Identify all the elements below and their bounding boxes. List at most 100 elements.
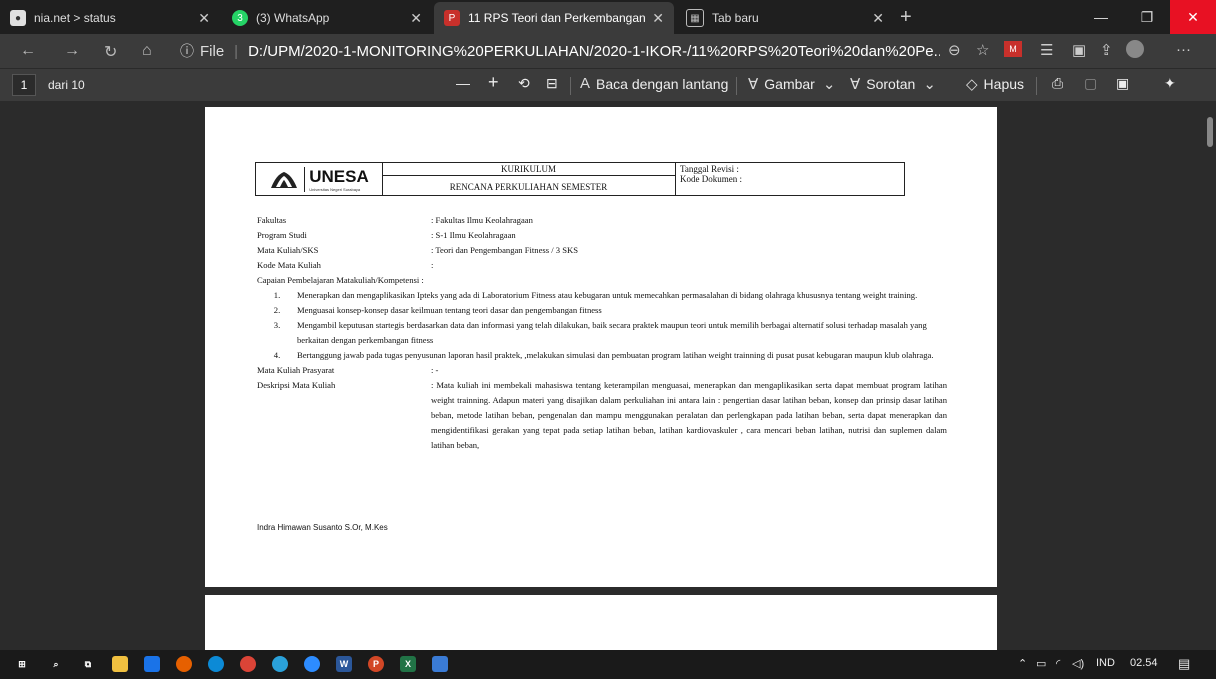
store-icon[interactable]	[144, 656, 160, 672]
word-icon[interactable]: W	[336, 656, 352, 672]
print-icon[interactable]: ⎙	[1052, 75, 1063, 92]
brand-subtitle: Universitas Negeri Surabaya	[309, 186, 361, 192]
zoom-in-icon[interactable]: +	[488, 72, 499, 93]
firefox-icon[interactable]	[176, 656, 192, 672]
field-key: Deskripsi Mata Kuliah	[257, 380, 336, 390]
field-row: Kode Mata Kuliah:	[257, 258, 947, 273]
zoom-icon[interactable]: ⊖	[948, 41, 961, 59]
minimize-icon[interactable]: —	[1078, 0, 1124, 34]
share-icon[interactable]: ⇪	[1100, 41, 1113, 59]
pdf-icon: P	[444, 10, 460, 26]
favorites-icon[interactable]: ☰	[1040, 41, 1053, 59]
close-icon[interactable]: ✕	[198, 10, 210, 27]
tab-newtab[interactable]: ▦ Tab baru ✕	[676, 2, 894, 34]
excel-icon[interactable]: X	[400, 656, 416, 672]
more-menu-icon[interactable]: ···	[1176, 41, 1191, 58]
list-item: 2. Menguasai konsep-konsep dasar keilmuan…	[257, 303, 947, 318]
favorite-star-icon[interactable]: ☆	[976, 41, 989, 59]
tab-nia[interactable]: ● nia.net > status ✕	[0, 2, 220, 34]
tab-whatsapp[interactable]: 3 (3) WhatsApp ✕	[222, 2, 432, 34]
field-value: : Mata kuliah ini membekali mahasiswa te…	[431, 380, 947, 450]
document-header-table: UNESA Universitas Negeri Surabaya KURIKU…	[255, 162, 905, 196]
whatsapp-icon: 3	[232, 10, 248, 26]
url-separator: |	[234, 42, 239, 60]
save-as-icon[interactable]: ▣	[1116, 75, 1129, 92]
pdf-viewer[interactable]: UNESA Universitas Negeri Surabaya KURIKU…	[0, 101, 1216, 650]
tab-label: nia.net > status	[34, 11, 116, 25]
tab-label: (3) WhatsApp	[256, 11, 330, 25]
restore-icon[interactable]: ❐	[1124, 0, 1170, 34]
wifi-icon[interactable]: ◜	[1056, 657, 1060, 670]
windows-start-icon[interactable]: ⊞	[14, 656, 30, 672]
draw-label: Gambar	[764, 76, 815, 92]
info-icon[interactable]: ⓘ	[180, 41, 194, 61]
tab-pdf[interactable]: P 11 RPS Teori dan Perkembangan ✕	[434, 2, 674, 34]
header-title-cell: KURIKULUM RENCANA PERKULIAHAN SEMESTER	[382, 163, 676, 195]
clock[interactable]: 02.54	[1130, 657, 1158, 669]
close-icon[interactable]: ✕	[410, 10, 422, 27]
telegram-icon[interactable]	[272, 656, 288, 672]
erase-button[interactable]: ◇ Hapus	[966, 75, 1024, 93]
extension-icon[interactable]: M	[1004, 41, 1022, 57]
forward-icon[interactable]: →	[64, 42, 80, 60]
item-number: 2.	[273, 305, 281, 315]
page-number-input[interactable]: 1	[12, 74, 36, 96]
photos-icon[interactable]	[432, 656, 448, 672]
read-aloud-label: Baca dengan lantang	[596, 75, 729, 92]
save-icon[interactable]: ▢	[1084, 75, 1097, 92]
chevron-down-icon: ⌄	[923, 76, 936, 93]
scrollbar-thumb[interactable]	[1207, 117, 1213, 147]
page-count: dari 10	[48, 78, 85, 92]
tab-label: Tab baru	[712, 11, 759, 25]
highlight-icon: ∀	[850, 76, 861, 93]
edge-icon[interactable]	[208, 656, 224, 672]
list-item: 4. Bertanggung jawab pada tugas penyusuna…	[257, 348, 947, 363]
zoom-app-icon[interactable]	[304, 656, 320, 672]
rps-title: RENCANA PERKULIAHAN SEMESTER	[449, 182, 608, 192]
document-body: Fakultas: Fakultas Ilmu Keolahragaan Pro…	[257, 213, 947, 453]
list-item: 3. Mengambil keputusan startegis berdasar…	[257, 318, 947, 348]
volume-icon[interactable]: ◁)	[1072, 657, 1084, 670]
divider	[1036, 77, 1037, 95]
item-text: Mengambil keputusan startegis berdasarka…	[297, 320, 927, 345]
capaian-heading: Capaian Pembelajaran Matakuliah/Kompeten…	[257, 275, 424, 285]
description-row: Deskripsi Mata Kuliah : Mata kuliah ini m…	[257, 378, 947, 453]
item-number: 3.	[273, 320, 281, 330]
task-view-icon[interactable]: ⧉	[80, 656, 96, 672]
newtab-page-icon: ▦	[686, 9, 704, 27]
new-tab-icon[interactable]: +	[900, 6, 912, 29]
powerpoint-icon[interactable]: P	[368, 656, 384, 672]
rotate-icon[interactable]: ⟲	[518, 75, 530, 92]
eraser-icon: ◇	[966, 76, 978, 93]
tab-bar: ● nia.net > status ✕ 3 (3) WhatsApp ✕ P …	[0, 0, 1216, 34]
refresh-icon[interactable]: ↻	[104, 42, 117, 62]
pin-icon[interactable]: ✦	[1164, 75, 1176, 92]
fit-page-icon[interactable]: ⊟	[546, 75, 558, 92]
language-indicator[interactable]: IND	[1096, 657, 1115, 669]
notification-icon[interactable]: ▤	[1178, 656, 1190, 672]
battery-icon[interactable]: ▭	[1036, 657, 1046, 670]
highlight-label: Sorotan	[866, 76, 916, 92]
close-icon[interactable]: ✕	[652, 10, 664, 27]
home-icon[interactable]: ⌂	[142, 42, 152, 60]
tanggal-revisi-label: Tanggal Revisi :	[680, 164, 739, 174]
read-aloud-button[interactable]: A Baca dengan lantang	[580, 75, 728, 92]
draw-button[interactable]: ∀ Gambar ⌄	[748, 75, 841, 93]
zoom-out-icon[interactable]: —	[456, 75, 470, 91]
profile-avatar[interactable]	[1126, 40, 1144, 58]
close-window-icon[interactable]: ✕	[1170, 0, 1216, 34]
back-icon[interactable]: ←	[20, 42, 36, 60]
scrollbar[interactable]	[1204, 101, 1216, 650]
unesa-emblem-icon	[271, 172, 298, 188]
signer-name: Indra Himawan Susanto S.Or, M.Kes	[257, 523, 388, 532]
close-icon[interactable]: ✕	[872, 10, 884, 27]
chrome-icon[interactable]	[240, 656, 256, 672]
url-field[interactable]: ⓘ File | D:/UPM/2020-1-MONITORING%20PERK…	[180, 40, 940, 62]
header-meta-cell: Tanggal Revisi : Kode Dokumen :	[676, 163, 910, 184]
file-explorer-icon[interactable]	[112, 656, 128, 672]
collections-icon[interactable]: ▣	[1072, 41, 1086, 59]
search-icon[interactable]: ⌕	[48, 656, 64, 672]
tray-chevron-icon[interactable]: ⌃	[1018, 657, 1027, 670]
highlight-button[interactable]: ∀ Sorotan ⌄	[850, 75, 942, 93]
divider	[570, 77, 571, 95]
